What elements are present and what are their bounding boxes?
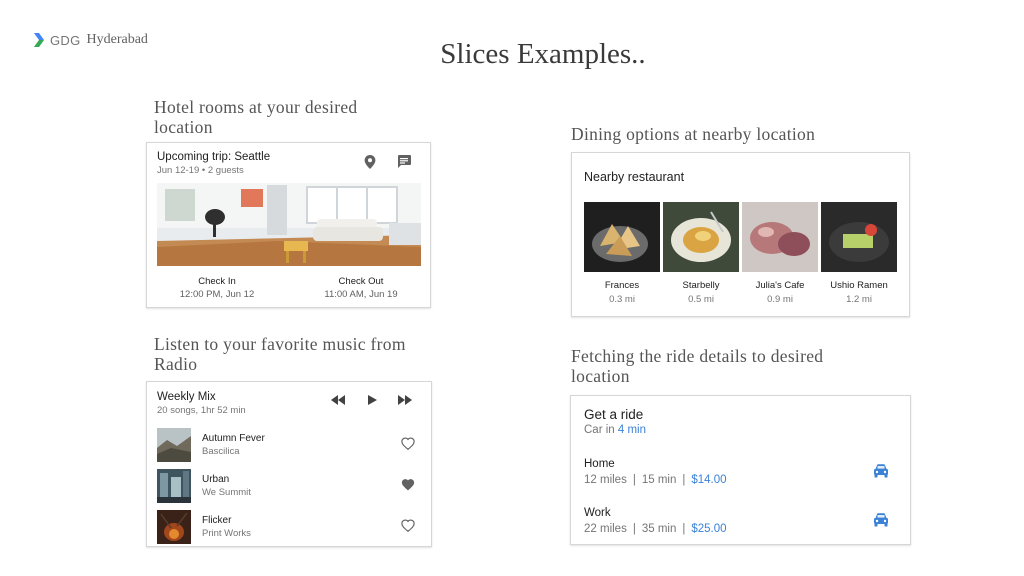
song-row[interactable]: Autumn Fever Bascilica — [157, 428, 419, 462]
restaurant-distance: 0.3 mi — [609, 294, 635, 305]
check-in-info: Check In 12:00 PM, Jun 12 — [157, 276, 277, 300]
song-thumbnail — [157, 428, 191, 462]
hotel-caption-line1: Hotel rooms at your desired — [154, 97, 358, 117]
hotel-caption: Hotel rooms at your desired location — [154, 97, 357, 137]
restaurant-item[interactable]: Starbelly 0.5 mi — [663, 202, 739, 305]
restaurant-name: Frances — [604, 280, 640, 291]
destination-row-work[interactable]: Work 22 miles | 35 min | $25.00 — [584, 507, 899, 541]
car-icon[interactable] — [873, 513, 889, 527]
ride-caption: Fetching the ride details to desired loc… — [571, 346, 823, 386]
hotel-trip-title: Upcoming trip: Seattle — [157, 151, 271, 163]
heart-outline-icon[interactable] — [401, 519, 415, 532]
dining-caption: Dining options at nearby location — [571, 124, 816, 144]
destination-price: $14.00 — [691, 474, 727, 486]
song-thumbnail — [157, 469, 191, 503]
restaurant-photo — [821, 202, 897, 272]
get-ride-title: Get a ride — [584, 407, 644, 422]
music-caption: Listen to your favorite music from Radio — [154, 334, 406, 374]
car-icon[interactable] — [873, 464, 889, 478]
hotel-caption-line2: location — [154, 117, 213, 137]
restaurant-item[interactable]: Frances 0.3 mi — [584, 202, 660, 305]
separator: | — [632, 474, 636, 486]
check-out-label: Check Out — [338, 276, 384, 287]
song-artist: Bascilica — [202, 446, 240, 457]
separator: | — [682, 474, 686, 486]
ride-caption-line2: location — [571, 366, 630, 386]
ride-caption-line1: Fetching the ride details to desired — [571, 346, 824, 366]
mix-subtitle: 20 songs, 1hr 52 min — [157, 405, 246, 416]
check-in-value: 12:00 PM, Jun 12 — [179, 289, 255, 300]
check-out-value: 11:00 AM, Jun 19 — [324, 289, 398, 300]
restaurant-name: Ushio Ramen — [830, 280, 888, 291]
play-icon[interactable] — [367, 395, 377, 405]
heart-filled-icon[interactable] — [401, 478, 415, 491]
separator: | — [682, 523, 686, 535]
separator: | — [632, 523, 636, 535]
restaurant-distance: 1.2 mi — [846, 294, 872, 305]
destination-price: $25.00 — [691, 523, 727, 535]
music-caption-line1: Listen to your favorite music from — [154, 334, 406, 354]
slide-title: Slices Examples.. — [440, 38, 646, 70]
song-name: Autumn Fever — [202, 433, 265, 444]
ride-eta: Car in 4 min — [584, 424, 646, 436]
restaurant-photo — [663, 202, 739, 272]
location-pin-icon[interactable] — [364, 155, 376, 169]
music-caption-line2: Radio — [154, 354, 198, 374]
destination-time: 35 min — [641, 523, 677, 535]
check-in-label: Check In — [198, 276, 236, 287]
destination-name: Home — [584, 458, 615, 470]
song-name: Flicker — [202, 515, 232, 526]
ride-slice-card[interactable]: Get a ride Car in 4 min Home 12 miles | 15… — [570, 395, 911, 545]
nearby-restaurant-title: Nearby restaurant — [584, 170, 685, 184]
song-artist: We Summit — [202, 487, 251, 498]
destination-miles: 22 miles — [584, 523, 627, 535]
restaurant-distance: 0.9 mi — [767, 294, 793, 305]
check-out-info: Check Out 11:00 AM, Jun 19 — [301, 276, 421, 300]
ride-eta-prefix: Car in — [584, 424, 615, 436]
mix-title: Weekly Mix — [157, 391, 216, 403]
music-slice-card[interactable]: Weekly Mix 20 songs, 1hr 52 min Autumn F… — [146, 381, 432, 547]
restaurant-item[interactable]: Ushio Ramen 1.2 mi — [821, 202, 897, 305]
restaurant-distance: 0.5 mi — [688, 294, 714, 305]
song-row[interactable]: Flicker Print Works — [157, 510, 419, 544]
song-row[interactable]: Urban We Summit — [157, 469, 419, 503]
song-artist: Print Works — [202, 528, 251, 539]
heart-outline-icon[interactable] — [401, 437, 415, 450]
song-thumbnail — [157, 510, 191, 544]
dining-slice-card[interactable]: Nearby restaurant Frances 0.3 mi Starbel… — [571, 152, 910, 317]
destination-details: 22 miles | 35 min | $25.00 — [584, 523, 899, 535]
restaurant-name: Starbelly — [682, 280, 720, 291]
restaurant-photo — [742, 202, 818, 272]
ride-eta-value: 4 min — [617, 424, 647, 436]
fast-forward-icon[interactable] — [398, 395, 412, 405]
rewind-icon[interactable] — [331, 395, 345, 405]
destination-miles: 12 miles — [584, 474, 627, 486]
destination-details: 12 miles | 15 min | $14.00 — [584, 474, 899, 486]
destination-name: Work — [584, 507, 611, 519]
hotel-slice-card[interactable]: Upcoming trip: Seattle Jun 12-19 • 2 gue… — [146, 142, 431, 308]
destination-time: 15 min — [641, 474, 677, 486]
message-icon[interactable] — [397, 155, 411, 168]
destination-row-home[interactable]: Home 12 miles | 15 min | $14.00 — [584, 458, 899, 492]
restaurant-name: Julia's Cafe — [755, 280, 805, 291]
restaurant-item[interactable]: Julia's Cafe 0.9 mi — [742, 202, 818, 305]
song-name: Urban — [202, 474, 230, 485]
hotel-room-photo — [157, 183, 421, 266]
hotel-trip-subtitle: Jun 12-19 • 2 guests — [157, 165, 244, 176]
restaurant-photo — [584, 202, 660, 272]
